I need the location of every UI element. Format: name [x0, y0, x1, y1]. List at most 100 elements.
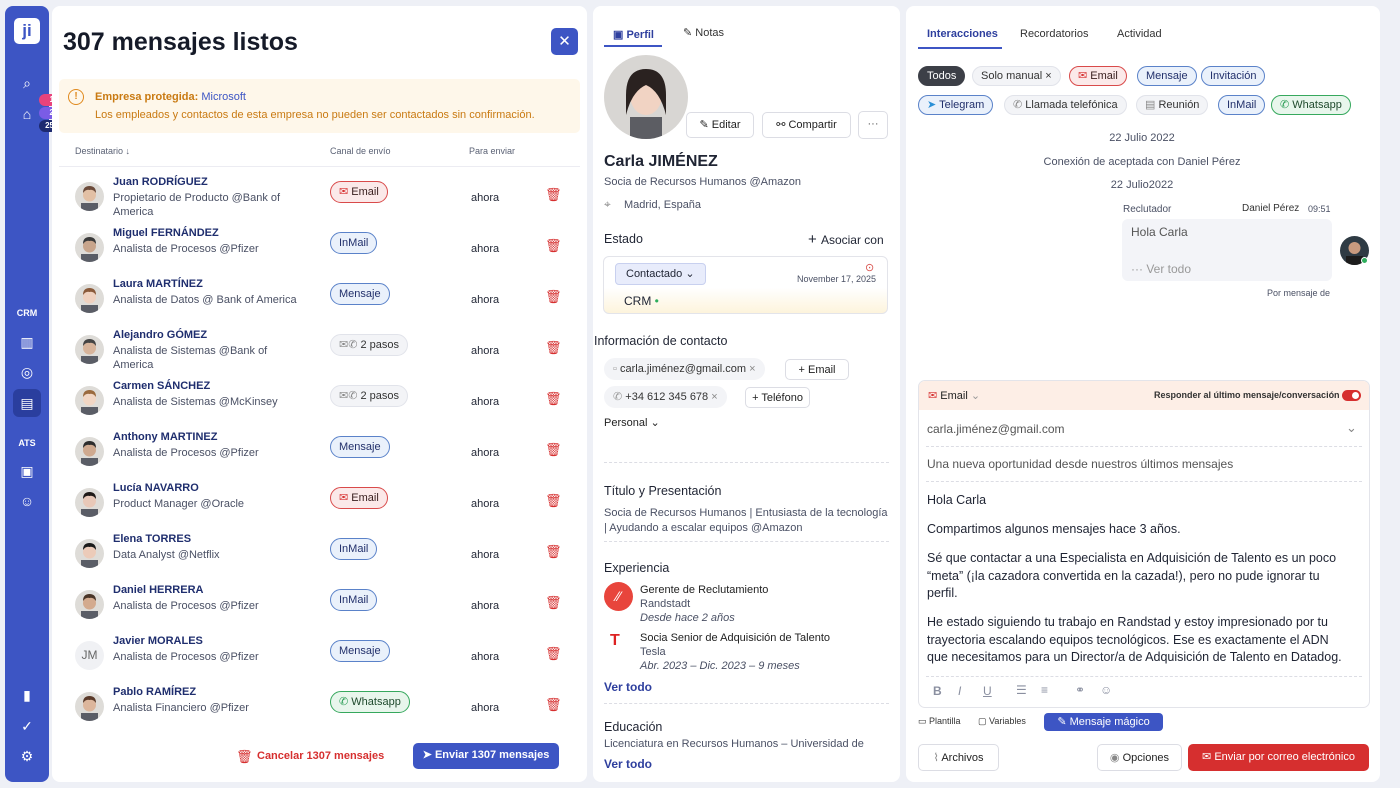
composer-channel-dropdown[interactable]: ✉ Email ⌄: [928, 389, 980, 402]
tab-reminders[interactable]: Recordatorios: [1020, 28, 1088, 40]
table-row[interactable]: JM Javier MORALES Analista de Procesos @Pf…: [59, 631, 580, 682]
channel-chip[interactable]: InMail: [330, 589, 378, 611]
channel-chip[interactable]: ✉✆ 2 pasos: [330, 385, 409, 407]
channel-chip[interactable]: ✆ Whatsapp: [330, 691, 410, 713]
target-icon[interactable]: ◎: [17, 362, 37, 382]
filter-chip[interactable]: Mensaje: [1137, 66, 1197, 86]
body-p3[interactable]: Sé que contactar a una Especialista en A…: [927, 550, 1352, 603]
channel-chip[interactable]: Mensaje: [330, 436, 390, 458]
tab-activity[interactable]: Actividad: [1117, 28, 1162, 40]
emoji-icon[interactable]: ☺: [1100, 683, 1112, 697]
send-messages-button[interactable]: ➤ Enviar 1307 mensajes: [413, 743, 559, 769]
cancel-messages-button[interactable]: Cancelar 1307 mensajes: [257, 750, 384, 762]
body-p1[interactable]: Hola Carla: [927, 492, 1352, 509]
personal-dropdown[interactable]: Personal ⌄: [604, 416, 660, 429]
edit-button[interactable]: ✎ Editar: [686, 112, 754, 138]
underline-icon[interactable]: U: [983, 684, 992, 698]
table-row[interactable]: Lucía NAVARRO Product Manager @Oracle ✉ Em…: [59, 478, 580, 529]
settings-gear-icon[interactable]: ⚙: [17, 746, 37, 766]
body-p2[interactable]: Compartimos algunos mensajes hace 3 años…: [927, 521, 1352, 538]
warning-company-link[interactable]: Microsoft: [201, 91, 246, 103]
body-p4[interactable]: He estado siguiendo tu trabajo en Randst…: [927, 614, 1352, 667]
reply-toggle[interactable]: [1342, 390, 1361, 401]
chevron-down-icon[interactable]: ⌄: [1346, 420, 1357, 436]
delete-trash-icon[interactable]: 🗑: [545, 239, 562, 253]
filter-chip[interactable]: ▤ Reunión: [1136, 95, 1209, 115]
filter-chip[interactable]: Solo manual ×: [972, 66, 1061, 86]
filter-chip[interactable]: ➤ Telegram: [918, 95, 994, 115]
close-button[interactable]: ✕: [551, 28, 578, 55]
recipient-name[interactable]: Daniel HERRERA: [113, 584, 203, 596]
share-button[interactable]: ⚯ Compartir: [762, 112, 851, 138]
more-options-button[interactable]: ···: [858, 111, 888, 139]
table-row[interactable]: Miguel FERNÁNDEZ Analista de Procesos @Pf…: [59, 223, 580, 274]
column-header-recipient[interactable]: Destinatario ↓: [75, 146, 130, 156]
message-see-all[interactable]: ··· Ver todo: [1131, 262, 1191, 276]
add-email-button[interactable]: + Email: [785, 359, 849, 380]
link-icon[interactable]: ⚭: [1075, 683, 1085, 697]
send-email-button[interactable]: ✉ Enviar por correo electrónico: [1188, 744, 1369, 771]
channel-chip[interactable]: ✉ Email: [330, 487, 388, 509]
table-row[interactable]: Alejandro GÓMEZ Analista de Sistemas @Ban…: [59, 325, 580, 376]
chart-icon[interactable]: ▮: [17, 685, 37, 705]
delete-trash-icon[interactable]: 🗑: [545, 290, 562, 304]
filter-chip[interactable]: InMail: [1218, 95, 1266, 115]
channel-chip[interactable]: Mensaje: [330, 283, 390, 305]
app-logo[interactable]: ji: [14, 18, 40, 44]
delete-trash-icon[interactable]: 🗑: [545, 698, 562, 712]
channel-chip[interactable]: ✉✆ 2 pasos: [330, 334, 409, 356]
tab-interactions[interactable]: Interacciones: [927, 28, 998, 40]
bold-icon[interactable]: B: [933, 684, 942, 698]
delete-trash-icon[interactable]: 🗑: [545, 443, 562, 457]
delete-trash-icon[interactable]: 🗑: [545, 341, 562, 355]
filter-chip[interactable]: ✆ Llamada telefónica: [1004, 95, 1127, 115]
recipient-name[interactable]: Lucía NAVARRO: [113, 482, 199, 494]
channel-chip[interactable]: InMail: [330, 538, 378, 560]
check-badge-icon[interactable]: ✓: [17, 716, 37, 736]
table-row[interactable]: Laura MARTÍNEZ Analista de Datos @ Bank o…: [59, 274, 580, 325]
recipient-name[interactable]: Anthony MARTINEZ: [113, 431, 217, 443]
delete-trash-icon[interactable]: 🗑: [545, 596, 562, 610]
delete-trash-icon[interactable]: 🗑: [545, 392, 562, 406]
numbered-list-icon[interactable]: ≡: [1041, 683, 1048, 697]
associate-link[interactable]: + Asociar con: [808, 231, 884, 248]
tab-notes[interactable]: ✎ Notas: [683, 26, 724, 39]
table-row[interactable]: Daniel HERRERA Analista de Procesos @Pfiz…: [59, 580, 580, 631]
italic-icon[interactable]: I: [958, 684, 961, 698]
recipient-name[interactable]: Pablo RAMÍREZ: [113, 686, 196, 698]
recipient-name[interactable]: Laura MARTÍNEZ: [113, 278, 203, 290]
bullet-list-icon[interactable]: ☰: [1016, 683, 1027, 697]
filter-chip[interactable]: Todos: [918, 66, 966, 86]
see-all-education-link[interactable]: Ver todo: [604, 757, 652, 771]
briefcase-icon[interactable]: ▣: [17, 461, 37, 481]
email-chip[interactable]: ▫ carla.jiménez@gmail.com ×: [604, 358, 765, 380]
filter-chip[interactable]: ✉ Email: [1069, 66, 1127, 86]
inbox-icon[interactable]: ⌂: [17, 104, 37, 124]
delete-trash-icon[interactable]: 🗑: [545, 188, 562, 202]
table-row[interactable]: Juan RODRÍGUEZ Propietario de Producto @B…: [59, 172, 580, 223]
see-all-experience-link[interactable]: Ver todo: [604, 680, 652, 694]
search-icon[interactable]: ⌕: [17, 73, 37, 93]
channel-chip[interactable]: Mensaje: [330, 640, 390, 662]
recipient-name[interactable]: Elena TORRES: [113, 533, 191, 545]
tab-profile[interactable]: ▣ Perfil: [613, 28, 654, 41]
add-phone-button[interactable]: + Teléfono: [745, 387, 810, 408]
magic-message-button[interactable]: ✎ Mensaje mágico: [1044, 713, 1163, 731]
delete-trash-icon[interactable]: 🗑: [545, 494, 562, 508]
user-search-icon[interactable]: ☺: [17, 491, 37, 511]
recipient-name[interactable]: Juan RODRÍGUEZ: [113, 176, 208, 188]
delete-trash-icon[interactable]: 🗑: [545, 545, 562, 559]
channel-chip[interactable]: InMail: [330, 232, 378, 254]
table-row[interactable]: Pablo RAMÍREZ Analista Financiero @Pfizer…: [59, 682, 580, 733]
attach-files-button[interactable]: ⌇ Archivos: [918, 744, 999, 771]
building-icon[interactable]: ▥: [17, 332, 37, 352]
options-button[interactable]: ◉ Opciones: [1097, 744, 1182, 771]
subject-field[interactable]: Una nueva oportunidad desde nuestros últ…: [927, 457, 1233, 471]
table-row[interactable]: Elena TORRES Data Analyst @Netflix InMail a…: [59, 529, 580, 580]
variables-button[interactable]: ▢ Variables: [978, 716, 1026, 727]
recipient-name[interactable]: Miguel FERNÁNDEZ: [113, 227, 219, 239]
channel-chip[interactable]: ✉ Email: [330, 181, 388, 203]
to-field[interactable]: carla.jiménez@gmail.com: [927, 422, 1065, 436]
filter-chip[interactable]: ✆ Whatsapp: [1271, 95, 1351, 115]
contacts-card-icon[interactable]: ▤: [17, 393, 37, 413]
